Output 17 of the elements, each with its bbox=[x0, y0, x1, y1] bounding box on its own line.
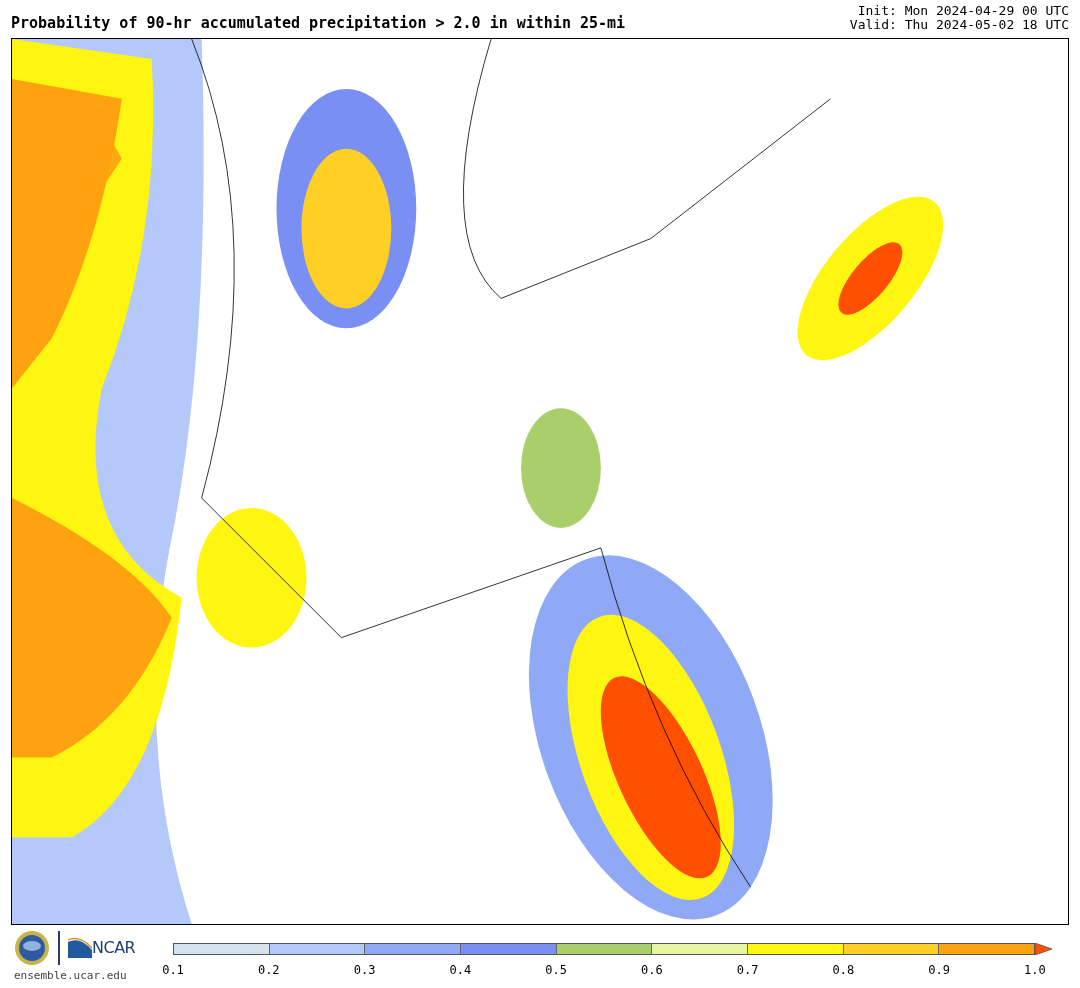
valid-time: Valid: Thu 2024-05-02 18 UTC bbox=[849, 18, 1069, 32]
tick-label: 1.0 bbox=[1023, 962, 1047, 979]
tick-label: 0.5 bbox=[544, 962, 568, 979]
tick-label: 0.7 bbox=[735, 962, 760, 979]
init-time: Init: Mon 2024-04-29 00 UTC bbox=[856, 4, 1069, 18]
tick-label: 0.2 bbox=[256, 962, 281, 979]
website-url: ensemble.ucar.edu bbox=[14, 968, 128, 984]
tick-label: 0.4 bbox=[448, 962, 473, 979]
tick-label: 0.3 bbox=[352, 962, 377, 979]
divider-icon bbox=[58, 931, 60, 965]
seal-icon bbox=[14, 930, 50, 966]
ncar-logo: NCAR bbox=[68, 936, 136, 960]
tick-label: 0.9 bbox=[927, 962, 951, 979]
tick-label: 0.8 bbox=[831, 962, 856, 979]
tick-label: 0.6 bbox=[640, 962, 664, 979]
tick-label: 0.1 bbox=[161, 962, 185, 979]
chart-title: Probability of 90-hr accumulated precipitation > 2.0 in within 25-mi bbox=[11, 16, 626, 31]
